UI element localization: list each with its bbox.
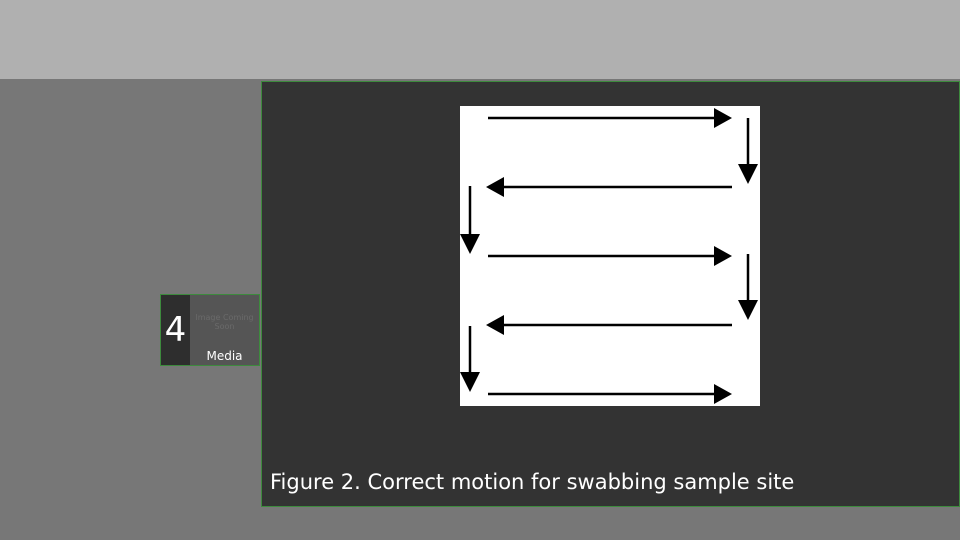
thumbnail-label: Media <box>206 349 243 363</box>
top-bar <box>0 0 960 79</box>
arrow-down-left-2-head <box>460 372 480 392</box>
thumbnail-preview: Image Coming Soon Media <box>190 295 259 365</box>
arrow-right-1-head <box>714 108 732 128</box>
arrow-left-1-head <box>486 177 504 197</box>
thumbnail-number: 4 <box>161 295 190 365</box>
media-panel: Figure 2. Correct motion for swabbing sa… <box>261 81 960 507</box>
media-thumbnail[interactable]: 4 Image Coming Soon Media <box>160 294 260 366</box>
arrow-left-2-head <box>486 315 504 335</box>
arrow-down-right-1-head <box>738 164 758 184</box>
swab-motion-figure <box>460 106 760 406</box>
arrow-down-left-1-head <box>460 234 480 254</box>
arrow-right-3-head <box>714 384 732 404</box>
arrow-down-right-2-head <box>738 300 758 320</box>
arrow-right-2-head <box>714 246 732 266</box>
thumbnail-placeholder-text: Image Coming Soon <box>195 313 254 331</box>
swab-motion-diagram <box>460 108 758 404</box>
figure-caption: Figure 2. Correct motion for swabbing sa… <box>270 470 795 494</box>
